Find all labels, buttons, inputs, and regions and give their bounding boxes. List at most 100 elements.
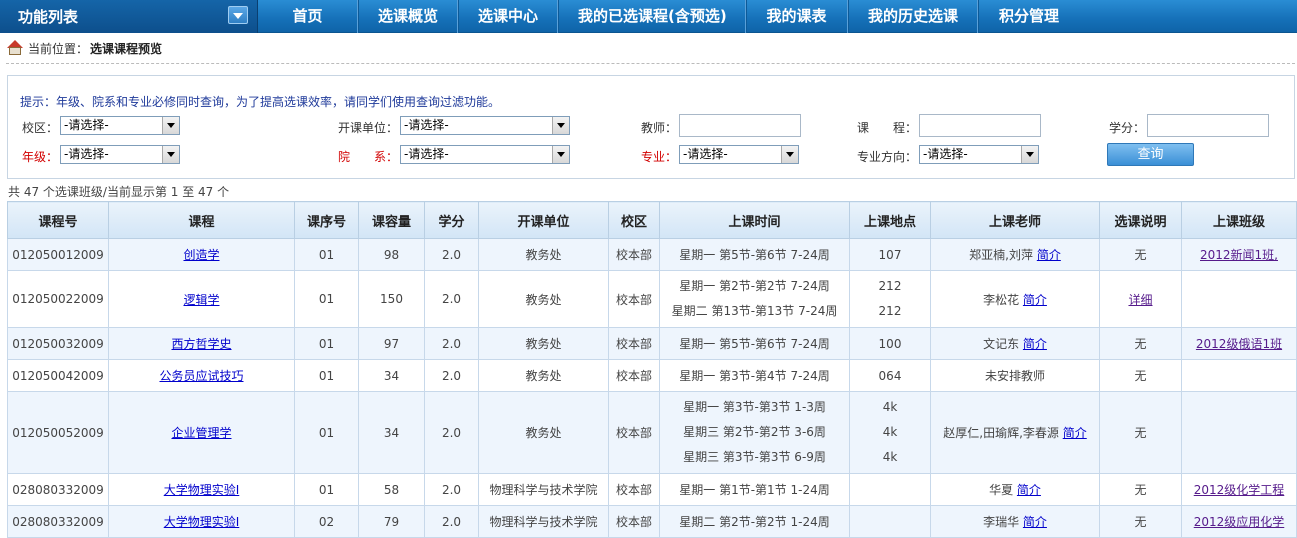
teacher-intro-link[interactable]: 简介: [1063, 426, 1087, 440]
cell-code: 012050022009: [7, 270, 109, 328]
nav-points[interactable]: 积分管理: [978, 0, 1080, 33]
col-header: 开课单位: [478, 201, 609, 239]
cell-unit: 教务处: [478, 327, 609, 360]
time-line: 星期二 第13节-第13节 7-24周: [671, 304, 838, 318]
table-row: 028080332009 大学物理实验Ⅰ 01 58 2.0 物理科学与技术学院…: [7, 473, 1297, 506]
campus-select[interactable]: -请选择-: [60, 116, 180, 135]
filter-panel: 提示：年级、院系和专业必修同时查询，为了提高选课效率，请同学们使用查询过滤功能。…: [7, 75, 1295, 179]
place-line: 212: [878, 279, 902, 293]
result-summary: 共 47 个选课班级/当前显示第 1 至 47 个: [8, 185, 230, 199]
dept-select[interactable]: -请选择-: [400, 145, 570, 164]
grade-select[interactable]: -请选择-: [60, 145, 180, 164]
course-link[interactable]: 大学物理实验Ⅰ: [164, 515, 240, 529]
teacher-intro-link[interactable]: 简介: [1017, 483, 1041, 497]
dept-select-value: -请选择-: [404, 147, 449, 161]
col-header: 上课老师: [930, 201, 1100, 239]
cell-campus: 校本部: [608, 270, 660, 328]
nav-course-center[interactable]: 选课中心: [458, 0, 558, 33]
major-label: 专业：: [641, 150, 678, 164]
cell-teacher: 文记东 简介: [930, 327, 1100, 360]
col-header: 上课时间: [659, 201, 850, 239]
nav-my-schedule[interactable]: 我的课表: [746, 0, 848, 33]
cell-teacher: 赵厚仁,田瑜辉,李春源 简介: [930, 391, 1100, 474]
credit-input[interactable]: [1147, 114, 1269, 137]
course-link[interactable]: 大学物理实验Ⅰ: [164, 483, 240, 497]
teacher-input[interactable]: [679, 114, 801, 137]
cell-code: 012050042009: [7, 359, 109, 392]
nav-my-selected[interactable]: 我的已选课程(含预选): [558, 0, 746, 33]
nav-overview[interactable]: 选课概览: [358, 0, 458, 33]
class-link[interactable]: 2012新闻1班,: [1200, 248, 1278, 262]
place-line: 4k: [882, 425, 898, 439]
course-label: 课 程：: [857, 121, 918, 135]
top-bar: 功能列表 首页 选课概览 选课中心 我的已选课程(含预选) 我的课表 我的历史选…: [0, 0, 1297, 33]
col-header: 课容量: [358, 201, 425, 239]
cell-time: 星期一 第1节-第1节 1-24周: [659, 473, 850, 506]
campus-label: 校区：: [22, 121, 59, 135]
cell-campus: 校本部: [608, 327, 660, 360]
course-link[interactable]: 创造学: [183, 248, 219, 262]
cell-capacity: 34: [358, 359, 425, 392]
cell-teacher: 郑亚楠,刘萍 简介: [930, 238, 1100, 271]
teacher-intro-link[interactable]: 简介: [1023, 515, 1047, 529]
course-link[interactable]: 企业管理学: [171, 426, 231, 440]
cell-place: 107: [849, 238, 931, 271]
cell-code: 012050012009: [7, 238, 109, 271]
col-header: 选课说明: [1099, 201, 1182, 239]
cell-seq: 01: [294, 270, 359, 328]
course-link[interactable]: 西方哲学史: [171, 337, 231, 351]
note-detail-link[interactable]: 详细: [1128, 293, 1152, 307]
class-link[interactable]: 2012级应用化学: [1194, 515, 1285, 529]
cell-seq: 01: [294, 238, 359, 271]
teacher-name: 李瑞华: [983, 515, 1020, 529]
page-title: 选课课程预览: [90, 41, 163, 56]
col-header: 课程号: [7, 201, 109, 239]
query-button[interactable]: 查询: [1107, 143, 1194, 166]
cell-note: 无: [1099, 359, 1182, 392]
course-link[interactable]: 公务员应试技巧: [159, 369, 243, 383]
cell-credit: 2.0: [424, 391, 479, 474]
time-line: 星期三 第3节-第3节 6-9周: [683, 450, 826, 464]
cell-capacity: 97: [358, 327, 425, 360]
function-list-menu[interactable]: 功能列表: [0, 0, 258, 33]
teacher-name: 文记东: [983, 337, 1020, 351]
table-row: 012050012009 创造学 01 98 2.0 教务处 校本部 星期一 第…: [7, 238, 1297, 271]
cell-teacher: 李松花 简介: [930, 270, 1100, 328]
cell-unit: 教务处: [478, 359, 609, 392]
cell-code: 012050032009: [7, 327, 109, 360]
direction-select-value: -请选择-: [923, 147, 968, 161]
cell-code: 012050052009: [7, 391, 109, 474]
class-link[interactable]: 2012级俄语1班: [1196, 337, 1282, 351]
cell-credit: 2.0: [424, 327, 479, 360]
cell-class: [1181, 359, 1297, 392]
teacher-intro-link[interactable]: 简介: [1037, 248, 1061, 262]
course-input[interactable]: [919, 114, 1041, 137]
campus-select-value: -请选择-: [64, 118, 109, 132]
cell-seq: 01: [294, 391, 359, 474]
chevron-down-icon[interactable]: [228, 6, 248, 24]
breadcrumb: 当前位置： 选课课程预览: [6, 38, 162, 58]
major-select[interactable]: -请选择-: [679, 145, 799, 164]
main-nav: 首页 选课概览 选课中心 我的已选课程(含预选) 我的课表 我的历史选课 积分管…: [258, 0, 1080, 33]
teacher-intro-link[interactable]: 简介: [1023, 293, 1047, 307]
cell-credit: 2.0: [424, 270, 479, 328]
cell-capacity: 58: [358, 473, 425, 506]
course-link[interactable]: 逻辑学: [183, 293, 219, 307]
nav-history[interactable]: 我的历史选课: [848, 0, 978, 33]
teacher-intro-link[interactable]: 简介: [1023, 337, 1047, 351]
class-link[interactable]: 2012级化学工程: [1194, 483, 1285, 497]
nav-home[interactable]: 首页: [258, 0, 358, 33]
time-line: 星期一 第2节-第2节 7-24周: [679, 279, 830, 293]
cell-teacher: 华夏 简介: [930, 473, 1100, 506]
grade-select-value: -请选择-: [64, 147, 109, 161]
cell-place: 100: [849, 327, 931, 360]
filter-hint: 提示：年级、院系和专业必修同时查询，为了提高选课效率，请同学们使用查询过滤功能。: [20, 95, 501, 109]
direction-select[interactable]: -请选择-: [919, 145, 1039, 164]
function-list-title: 功能列表: [18, 8, 79, 26]
col-header: 校区: [608, 201, 660, 239]
col-header: 学分: [424, 201, 479, 239]
chevron-down-icon: [781, 146, 798, 163]
col-header: 课序号: [294, 201, 359, 239]
unit-label: 开课单位：: [338, 121, 399, 135]
unit-select[interactable]: -请选择-: [400, 116, 570, 135]
